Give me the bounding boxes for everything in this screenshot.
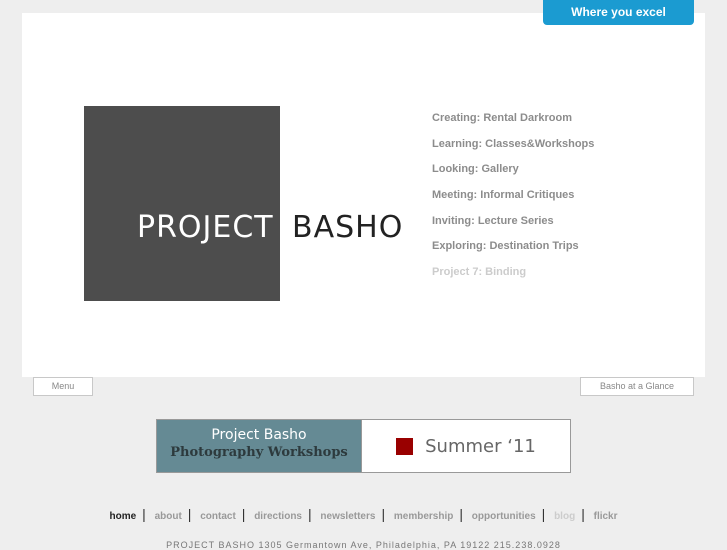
where-you-excel-button[interactable]: Where you excel (543, 0, 694, 25)
footer-link-flickr[interactable]: flickr (588, 511, 624, 522)
menu-item-gallery[interactable]: Looking: Gallery (432, 161, 594, 187)
separator: | (459, 506, 463, 522)
separator: | (381, 506, 386, 522)
separator: | (142, 506, 146, 522)
logo-word-basho: BASHO (292, 210, 404, 245)
banner-line2: Photography Workshops (170, 445, 348, 460)
banner-season-block: Summer ‘11 (362, 420, 570, 472)
menu-item-classes-workshops[interactable]: Learning: Classes&Workshops (432, 136, 594, 162)
footer-link-newsletters[interactable]: newsletters (314, 511, 381, 522)
red-square-icon (396, 437, 414, 455)
footer-link-directions[interactable]: directions (248, 511, 308, 522)
workshops-banner[interactable]: Project Basho Photography Workshops Summ… (156, 419, 571, 473)
logo-word-project: PROJECT (137, 210, 274, 245)
footer-link-about[interactable]: about (149, 511, 188, 522)
banner-title-block: Project Basho Photography Workshops (157, 420, 362, 472)
banner-season: Summer ‘11 (425, 435, 536, 457)
menu-item-destination-trips[interactable]: Exploring: Destination Trips (432, 238, 594, 264)
separator: | (581, 506, 585, 522)
footer-link-contact[interactable]: contact (194, 511, 242, 522)
footer-link-home[interactable]: home (103, 511, 142, 522)
logo-square (84, 106, 280, 301)
footer-nav: home | about | contact | directions | newsle… (0, 506, 727, 522)
footer-link-opportunities[interactable]: opportunities (466, 511, 542, 522)
separator: | (541, 506, 546, 522)
separator: | (308, 506, 312, 522)
menu-item-lecture-series[interactable]: Inviting: Lecture Series (432, 213, 594, 239)
basho-at-a-glance-button[interactable]: Basho at a Glance (580, 377, 694, 396)
separator: | (187, 506, 192, 522)
menu-button[interactable]: Menu (33, 377, 93, 396)
footer-link-blog[interactable]: blog (548, 511, 581, 522)
program-menu: Creating: Rental Darkroom Learning: Clas… (432, 110, 594, 290)
footer-address: PROJECT BASHO 1305 Germantown Ave, Phila… (166, 540, 561, 550)
menu-item-binding[interactable]: Project 7: Binding (432, 264, 594, 290)
banner-line1: Project Basho (211, 427, 307, 443)
menu-item-rental-darkroom[interactable]: Creating: Rental Darkroom (432, 110, 594, 136)
menu-item-informal-critiques[interactable]: Meeting: Informal Critiques (432, 187, 594, 213)
footer-link-membership[interactable]: membership (388, 511, 459, 522)
separator: | (241, 506, 246, 522)
